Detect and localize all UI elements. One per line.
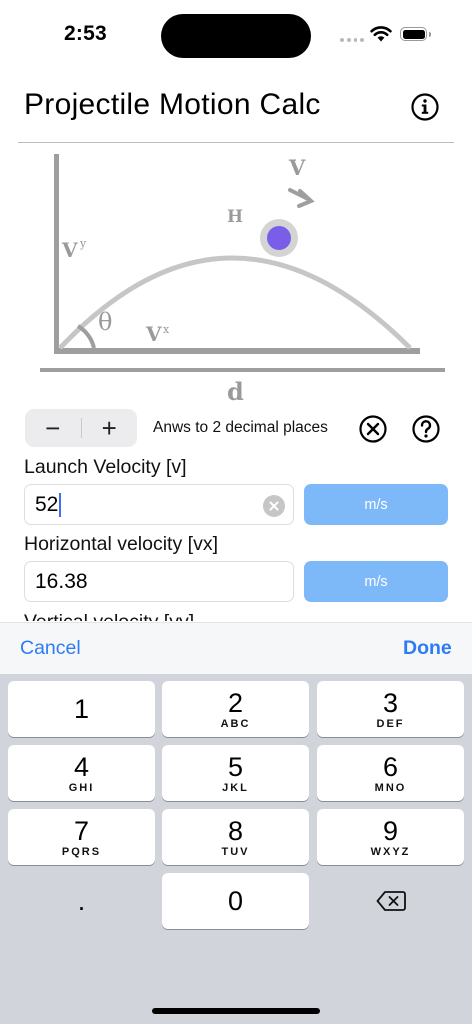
launch-velocity-value: 52	[35, 492, 59, 516]
key-7[interactable]: 7 PQRS	[8, 809, 155, 865]
launch-velocity-unit-button[interactable]: m/s	[304, 484, 448, 525]
precision-stepper[interactable]: − +	[25, 409, 137, 447]
key-0[interactable]: 0	[162, 873, 309, 929]
key-6[interactable]: 6 MNO	[317, 745, 464, 801]
key-5[interactable]: 5 JKL	[162, 745, 309, 801]
projectile-diagram: V H V y θ V x d	[40, 154, 445, 406]
battery-icon	[400, 27, 431, 41]
label-distance: d	[227, 377, 244, 406]
vertical-axis	[54, 154, 59, 354]
projectile-ball	[267, 226, 291, 250]
label-theta: θ	[98, 308, 112, 336]
number-pad: 1 2 ABC 3 DEF 4 GHI 5 JKL 6 MNO 7 PQRS 8 TUV 9W…	[0, 674, 472, 1024]
velocity-arrow-icon	[288, 188, 315, 208]
key-9[interactable]: 9 WXYZ	[317, 809, 464, 865]
key-3[interactable]: 3 DEF	[317, 681, 464, 737]
header-divider	[18, 142, 454, 143]
horizontal-velocity-unit-button[interactable]: m/s	[304, 561, 448, 602]
text-caret	[59, 492, 62, 517]
clear-field-icon[interactable]	[263, 495, 285, 517]
precision-text: Anws to 2 decimal places	[153, 419, 328, 436]
decrement-button[interactable]: −	[25, 409, 81, 447]
key-delete[interactable]	[317, 873, 464, 929]
vertical-velocity-label: Vertical velocity [vy]	[24, 608, 194, 621]
clear-all-icon[interactable]	[358, 414, 388, 444]
label-vx: V	[145, 322, 162, 346]
page-title: Projectile Motion Calc	[24, 88, 321, 121]
key-2[interactable]: 2 ABC	[162, 681, 309, 737]
label-height: H	[227, 207, 243, 227]
label-vx-sub: x	[163, 323, 170, 336]
key-4[interactable]: 4 GHI	[8, 745, 155, 801]
dynamic-island	[161, 14, 311, 58]
horizontal-velocity-value: 16.38	[35, 569, 88, 593]
horizontal-axis	[54, 348, 420, 354]
horizontal-velocity-input[interactable]: 16.38	[24, 561, 294, 602]
status-time: 2:53	[64, 22, 107, 45]
help-icon[interactable]	[411, 414, 441, 444]
backspace-icon	[376, 891, 406, 911]
angle-arc	[76, 324, 96, 349]
label-vy-sub: y	[79, 237, 87, 250]
info-icon[interactable]	[410, 92, 440, 122]
cellular-signal-icon	[340, 38, 364, 42]
wifi-icon	[370, 26, 392, 42]
cancel-button[interactable]: Cancel	[20, 637, 81, 660]
key-decimal[interactable]: .	[8, 873, 155, 929]
key-1[interactable]: 1	[8, 681, 155, 737]
key-8[interactable]: 8 TUV	[162, 809, 309, 865]
label-vy: V	[61, 238, 78, 262]
home-indicator	[152, 1008, 320, 1014]
increment-button[interactable]: +	[82, 409, 138, 447]
done-button[interactable]: Done	[403, 637, 452, 660]
trajectory-arc	[58, 255, 412, 350]
launch-velocity-label: Launch Velocity [v]	[24, 456, 187, 478]
launch-velocity-input[interactable]: 52	[24, 484, 294, 525]
horizontal-velocity-label: Horizontal velocity [vx]	[24, 533, 218, 555]
label-velocity: V	[288, 155, 306, 180]
distance-line	[40, 368, 445, 372]
